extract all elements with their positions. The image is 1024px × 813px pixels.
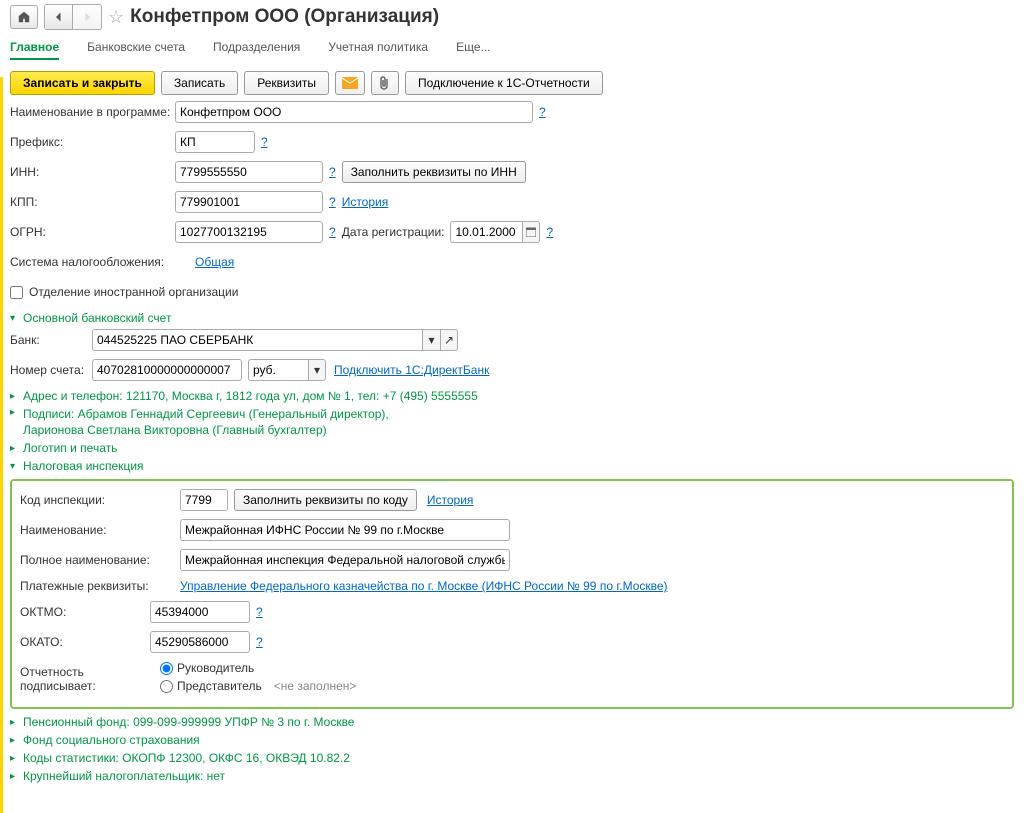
open-icon[interactable]: ↗	[440, 329, 458, 351]
fill-by-code-button[interactable]: Заполнить реквизиты по коду	[234, 489, 417, 511]
attach-button[interactable]	[371, 71, 399, 95]
insp-history-link[interactable]: История	[427, 493, 474, 507]
reg-date-label: Дата регистрации:	[342, 225, 445, 239]
kpp-history-link[interactable]: История	[342, 195, 389, 209]
help-icon[interactable]: ?	[546, 225, 553, 239]
help-icon[interactable]: ?	[256, 635, 263, 649]
kpp-label: КПП:	[10, 195, 175, 209]
insp-name-input[interactable]	[180, 519, 510, 541]
insp-code-label: Код инспекции:	[20, 493, 180, 507]
tax-inspection-box: Код инспекции: Заполнить реквизиты по ко…	[10, 479, 1014, 709]
dropdown-icon[interactable]: ▾	[308, 359, 326, 381]
mail-button[interactable]	[335, 71, 365, 95]
logo-stamp-section[interactable]: Логотип и печать	[23, 441, 117, 455]
dropdown-icon[interactable]: ▾	[422, 329, 440, 351]
requisites-button[interactable]: Реквизиты	[244, 71, 329, 95]
chevron-down-icon[interactable]: ▾	[10, 461, 15, 472]
payment-req-label: Платежные реквизиты:	[20, 579, 180, 593]
signer-rep-label: Представитель	[177, 679, 262, 693]
ogrn-input[interactable]	[175, 221, 323, 243]
signer-head-label: Руководитель	[177, 661, 254, 675]
address-phone-section[interactable]: Адрес и телефон: 121170, Москва г, 1812 …	[23, 389, 478, 403]
calendar-icon[interactable]	[522, 221, 540, 243]
inn-input[interactable]	[175, 161, 323, 183]
signatures-section[interactable]: Подписи: Абрамов Геннадий Сергеевич (Ген…	[23, 407, 389, 421]
help-icon[interactable]: ?	[329, 195, 336, 209]
main-bank-account-section[interactable]: Основной банковский счет	[23, 311, 171, 325]
largest-taxpayer-section[interactable]: Крупнейший налогоплательщик: нет	[23, 769, 225, 783]
insp-fullname-input[interactable]	[180, 549, 510, 571]
insp-name-label: Наименование:	[20, 523, 180, 537]
name-in-program-label: Наименование в программе:	[10, 105, 175, 119]
insp-fullname-label: Полное наименование:	[20, 553, 180, 567]
help-icon[interactable]: ?	[329, 165, 336, 179]
help-icon[interactable]: ?	[256, 605, 263, 619]
kpp-input[interactable]	[175, 191, 323, 213]
account-label: Номер счета:	[10, 363, 92, 377]
chevron-right-icon[interactable]: ▸	[10, 771, 15, 782]
signer-rep-not-filled: <не заполнен>	[274, 679, 357, 693]
tax-system-link[interactable]: Общая	[195, 255, 234, 269]
chevron-right-icon[interactable]: ▸	[10, 753, 15, 764]
tab-divisions[interactable]: Подразделения	[213, 40, 300, 60]
okato-input[interactable]	[150, 631, 250, 653]
insp-code-input[interactable]	[180, 489, 228, 511]
chevron-right-icon[interactable]: ▸	[10, 735, 15, 746]
signer-label: Отчетность подписывает:	[20, 665, 160, 693]
foreign-branch-label: Отделение иностранной организации	[29, 285, 238, 299]
signer-head-radio[interactable]	[160, 662, 173, 675]
fss-section[interactable]: Фонд социального страхования	[23, 733, 200, 747]
help-icon[interactable]: ?	[329, 225, 336, 239]
save-close-button[interactable]: Записать и закрыть	[10, 71, 155, 95]
oktmo-input[interactable]	[150, 601, 250, 623]
toolbar: Записать и закрыть Записать Реквизиты По…	[10, 71, 1014, 95]
nav-group	[44, 4, 102, 30]
prefix-label: Префикс:	[10, 135, 175, 149]
page-title: Конфетпром ООО (Организация)	[130, 6, 439, 28]
chevron-right-icon[interactable]: ▸	[10, 717, 15, 728]
ogrn-label: ОГРН:	[10, 225, 175, 239]
reg-date-input[interactable]	[450, 221, 522, 243]
tab-bank-accounts[interactable]: Банковские счета	[87, 40, 185, 60]
chevron-right-icon[interactable]: ▸	[10, 443, 15, 454]
signer-rep-radio[interactable]	[160, 680, 173, 693]
tab-accounting-policy[interactable]: Учетная политика	[328, 40, 428, 60]
connect-1c-reporting-button[interactable]: Подключение к 1С-Отчетности	[405, 71, 603, 95]
oktmo-label: ОКТМО:	[20, 605, 150, 619]
tabs: Главное Банковские счета Подразделения У…	[10, 40, 1014, 61]
help-icon[interactable]: ?	[261, 135, 268, 149]
name-in-program-input[interactable]	[175, 101, 533, 123]
foreign-branch-checkbox[interactable]	[10, 286, 23, 299]
tax-inspection-section[interactable]: Налоговая инспекция	[23, 459, 144, 473]
forward-button	[73, 5, 101, 29]
chevron-right-icon[interactable]: ▸	[10, 391, 15, 402]
pension-fund-section[interactable]: Пенсионный фонд: 099-099-999999 УПФР № 3…	[23, 715, 354, 729]
okato-label: ОКАТО:	[20, 635, 150, 649]
tab-main[interactable]: Главное	[10, 40, 59, 60]
favorite-icon[interactable]: ☆	[108, 7, 124, 28]
tab-more[interactable]: Еще...	[456, 40, 490, 60]
payment-req-link[interactable]: Управление Федерального казначейства по …	[180, 579, 668, 593]
inn-label: ИНН:	[10, 165, 175, 179]
signatures-line2[interactable]: Ларионова Светлана Викторовна (Главный б…	[23, 423, 389, 437]
back-button[interactable]	[45, 5, 73, 29]
chevron-down-icon[interactable]: ▾	[10, 313, 15, 324]
fill-by-inn-button[interactable]: Заполнить реквизиты по ИНН	[342, 161, 526, 183]
currency-input[interactable]	[248, 359, 308, 381]
header-bar: ☆ Конфетпром ООО (Организация)	[10, 4, 1014, 30]
save-button[interactable]: Записать	[161, 71, 238, 95]
chevron-right-icon[interactable]: ▸	[10, 407, 15, 418]
bank-input[interactable]	[92, 329, 422, 351]
bank-label: Банк:	[10, 333, 92, 347]
help-icon[interactable]: ?	[539, 105, 546, 119]
stat-codes-section[interactable]: Коды статистики: ОКОПФ 12300, ОКФС 16, О…	[23, 751, 350, 765]
home-button[interactable]	[10, 5, 38, 29]
tax-system-label: Система налогообложения:	[10, 255, 195, 269]
account-input[interactable]	[92, 359, 242, 381]
connect-directbank-link[interactable]: Подключить 1С:ДиректБанк	[334, 363, 489, 377]
prefix-input[interactable]	[175, 131, 255, 153]
